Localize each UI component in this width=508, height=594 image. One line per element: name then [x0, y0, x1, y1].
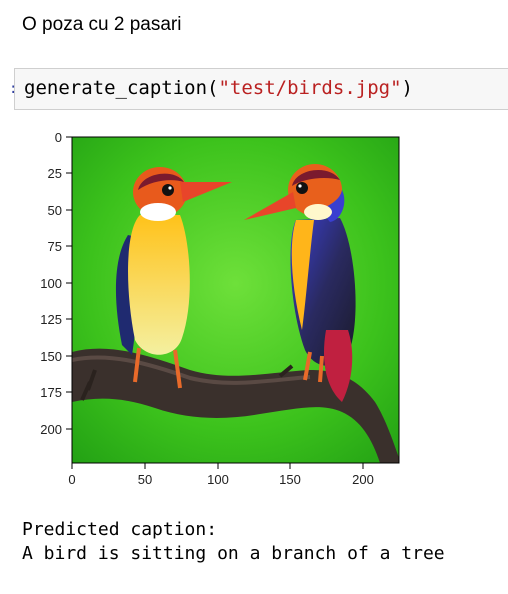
y-tick-label: 75: [48, 239, 62, 254]
code-function-name: generate_caption: [24, 77, 208, 99]
x-axis: 0 50 100 150 200: [68, 463, 374, 487]
y-axis: 0 25 50 75 100 125 150 175 200: [40, 130, 72, 437]
y-tick-label: 50: [48, 203, 62, 218]
bird-photo: [72, 137, 399, 463]
y-tick-label: 200: [40, 422, 62, 437]
cell-output: Predicted caption: A bird is sitting on a…: [22, 518, 445, 566]
figure-svg: 0 25 50 75 100 125 150 175 200 0 50 100 …: [40, 130, 400, 487]
code-string-argument: "test/birds.jpg": [218, 77, 402, 99]
y-tick-label: 175: [40, 385, 62, 400]
y-tick-label: 125: [40, 312, 62, 327]
code-open-paren: (: [207, 77, 219, 99]
cell-prompt-marker: :: [9, 81, 18, 97]
code-cell[interactable]: : generate_caption("test/birds.jpg"): [9, 68, 508, 110]
markdown-text: O poza cu 2 pasari: [22, 14, 182, 35]
x-tick-label: 200: [352, 472, 374, 487]
x-tick-label: 0: [68, 472, 75, 487]
code-close-paren: ): [401, 77, 413, 99]
y-tick-label: 150: [40, 349, 62, 364]
x-tick-label: 100: [207, 472, 229, 487]
predicted-caption: A bird is sitting on a branch of a tree: [22, 543, 445, 564]
x-tick-label: 150: [279, 472, 301, 487]
code-line[interactable]: generate_caption("test/birds.jpg"): [24, 77, 413, 99]
y-tick-label: 100: [40, 276, 62, 291]
y-tick-label: 25: [48, 166, 62, 181]
y-tick-label: 0: [55, 130, 62, 145]
output-label: Predicted caption:: [22, 519, 218, 540]
image-figure: 0 25 50 75 100 125 150 175 200 0 50 100 …: [0, 120, 420, 500]
x-tick-label: 50: [138, 472, 152, 487]
